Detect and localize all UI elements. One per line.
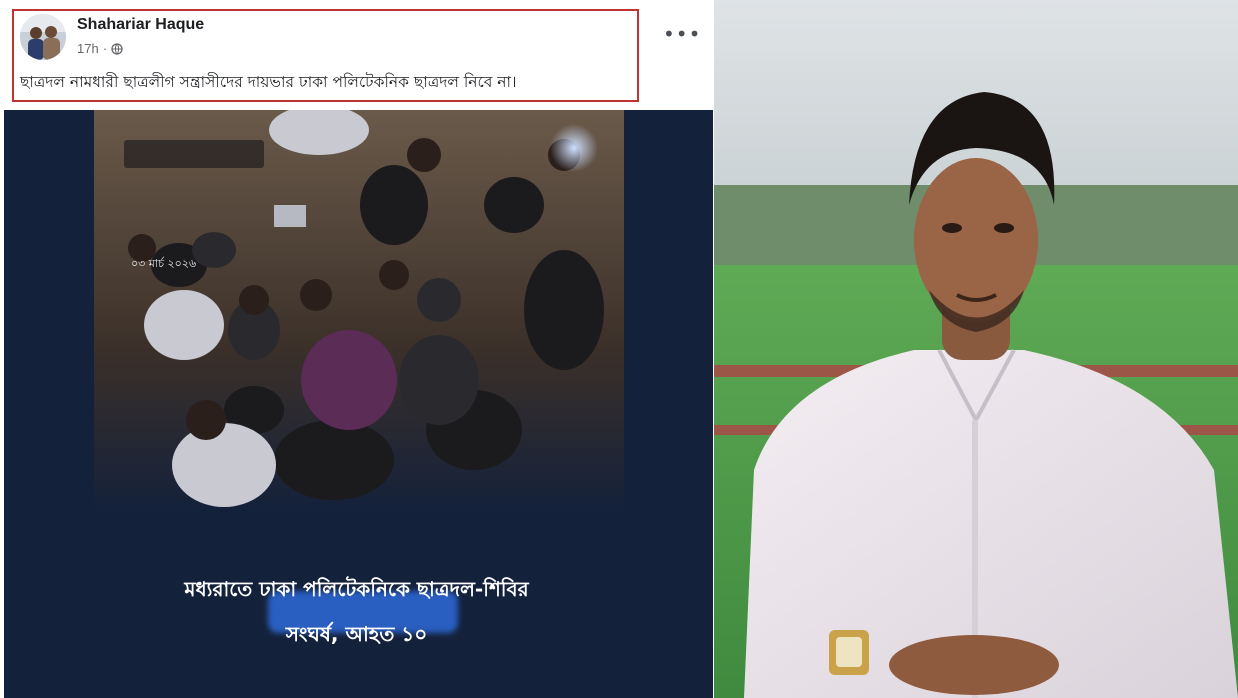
avatar[interactable] [20,14,66,60]
meta-separator: · [102,41,108,56]
video-caption-line-2: সংঘর্ষ, আহত ১০ [285,622,428,646]
more-horizontal-icon[interactable]: ••• [663,22,701,46]
post-meta: 17h · [77,41,123,56]
globe-icon[interactable] [111,42,123,55]
video-date-stamp: ০৩ মার্চ ২০২৬ [131,257,197,270]
facebook-post: Shahariar Haque 17h · ••• ছাত্রদল নামধার… [0,0,713,698]
author-name[interactable]: Shahariar Haque [77,16,204,34]
video-frame-image [94,110,624,510]
video-thumbnail[interactable]: ০৩ মার্চ ২০২৬ [4,110,713,698]
post-header: Shahariar Haque 17h · ••• ছাত্রদল নামধার… [0,0,713,108]
post-text: ছাত্রদল নামধারী ছাত্রলীগ সন্ত্রাসীদের দা… [20,73,517,91]
post-time[interactable]: 17h [77,41,99,56]
portrait-photo [714,0,1238,698]
video-caption-line-1: মধ্যরাতে ঢাকা পলিটেকনিকে ছাত্রদল-শিবির [184,577,529,601]
